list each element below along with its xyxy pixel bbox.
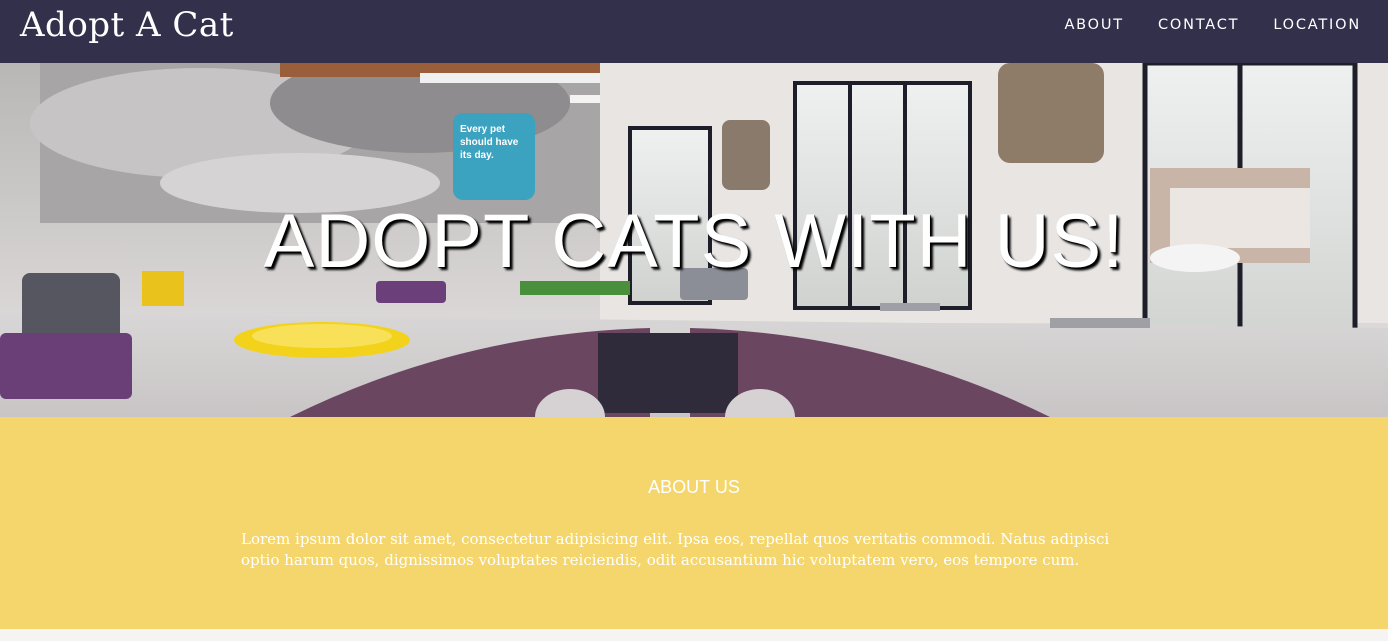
hero-title: ADOPT CATS WITH US! [263, 199, 1125, 284]
about-section: ABOUT US Lorem ipsum dolor sit amet, con… [0, 417, 1388, 629]
nav-link-contact[interactable]: CONTACT [1141, 17, 1256, 33]
top-navbar: Adopt A Cat ABOUT CONTACT LOCATION [0, 0, 1388, 63]
nav-link-location[interactable]: LOCATION [1256, 17, 1378, 33]
nav-link-about[interactable]: ABOUT [1047, 17, 1141, 33]
poster-line-2: should have [460, 137, 519, 148]
hero-banner: ADOPT CATS WITH US! Every pet should hav… [0, 63, 1388, 417]
about-paragraph: Lorem ipsum dolor sit amet, consectetur … [241, 530, 1110, 569]
poster-line-3: its day. [460, 150, 494, 161]
poster-text: Every pet should have its day. [460, 123, 532, 162]
about-heading: ABOUT US [648, 477, 740, 497]
brand-logo[interactable]: Adopt A Cat [20, 5, 234, 45]
main-nav: ABOUT CONTACT LOCATION [1047, 17, 1378, 33]
poster-line-1: Every pet [460, 124, 506, 135]
footer-strip [0, 629, 1388, 641]
